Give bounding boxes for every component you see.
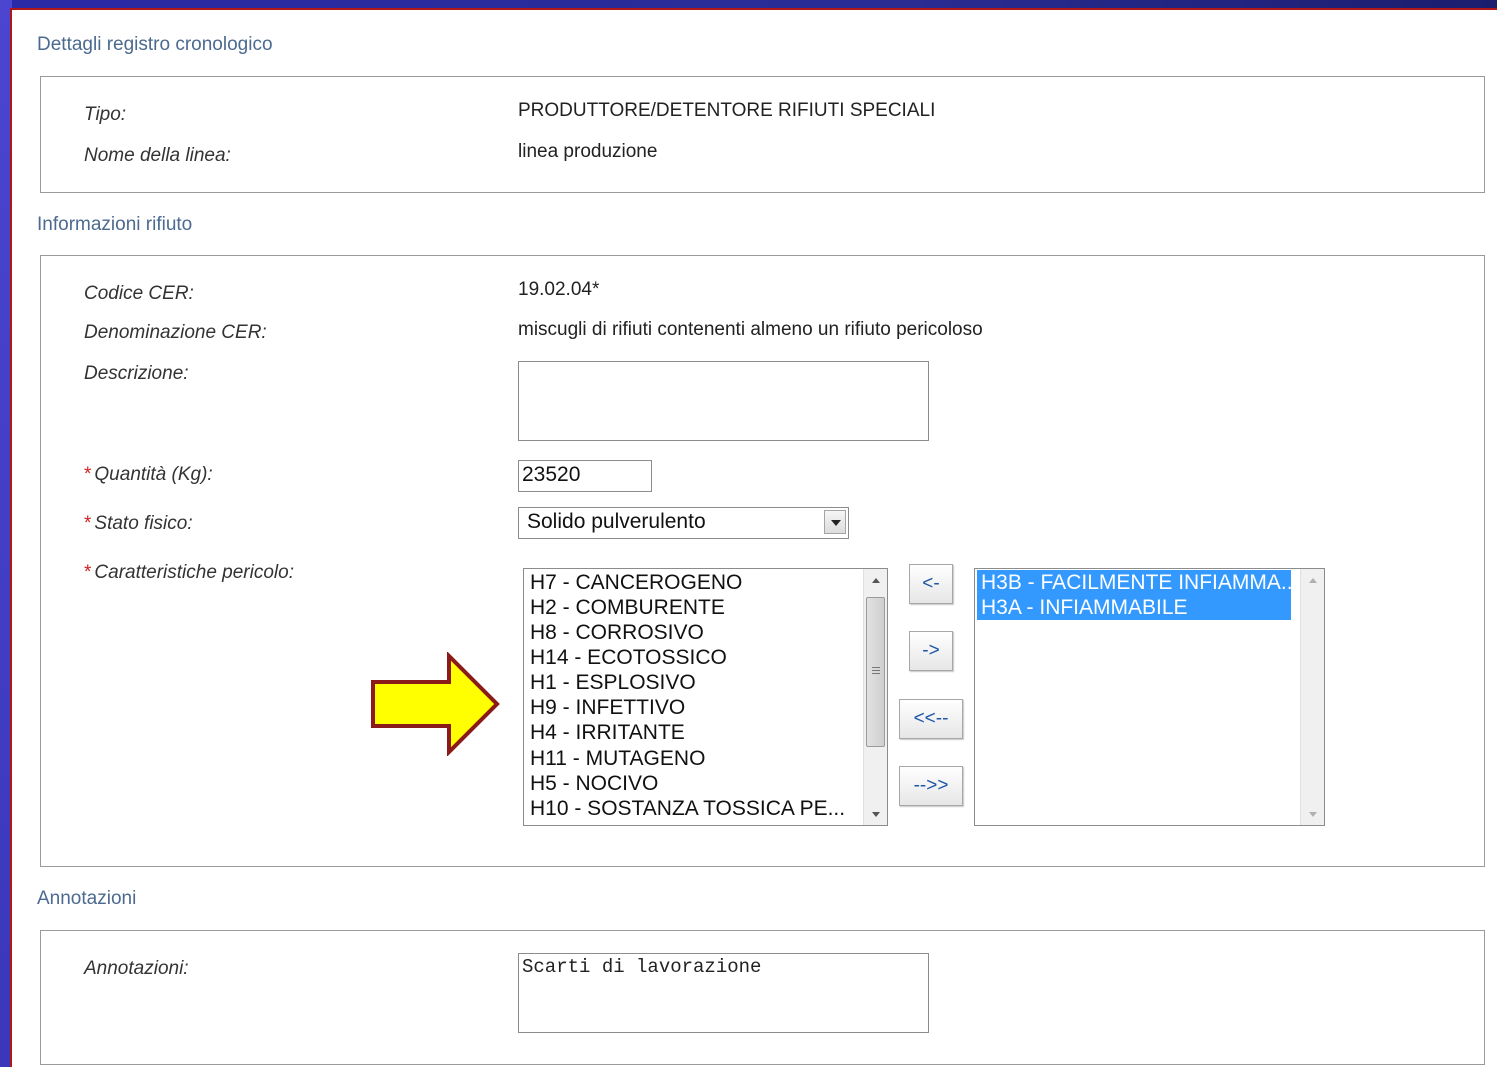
list-item[interactable]: H2 - COMBURENTE [530, 595, 725, 620]
stato-fisico-label: * Stato fisico: [84, 513, 193, 535]
section-title-rifiuto: Informazioni rifiuto [37, 214, 193, 235]
form-page: Dettagli registro cronologico Tipo: PROD… [10, 8, 1497, 1067]
annotazioni-panel: Annotazioni: Scarti di lavorazione [40, 930, 1485, 1065]
dettagli-panel: Tipo: PRODUTTORE/DETENTORE RIFIUTI SPECI… [40, 76, 1485, 193]
move-left-button[interactable]: <- [909, 564, 953, 604]
list-item[interactable]: H5 - NOCIVO [530, 771, 658, 796]
chevron-down-icon[interactable] [824, 510, 846, 534]
annotazioni-label: Annotazioni: [84, 958, 189, 979]
tipo-label: Tipo: [84, 104, 127, 125]
right-arrow-icon [371, 652, 500, 756]
nome-linea-label: Nome della linea: [84, 145, 231, 166]
tipo-value: PRODUTTORE/DETENTORE RIFIUTI SPECIALI [518, 100, 936, 121]
scroll-down-icon[interactable] [1301, 803, 1324, 825]
caratteristiche-label: * Caratteristiche pericolo: [84, 562, 294, 584]
selected-list-item[interactable]: H3B - FACILMENTE INFIAMMA... [977, 570, 1291, 595]
stato-fisico-label-text: Stato fisico: [94, 513, 193, 534]
selected-hazards-listbox[interactable]: H3B - FACILMENTE INFIAMMA... H3A - INFIA… [974, 568, 1325, 826]
scrollbar-thumb[interactable] [866, 597, 885, 747]
list-item[interactable]: H7 - CANCEROGENO [530, 570, 742, 595]
descrizione-textarea[interactable] [518, 361, 929, 441]
list-item[interactable]: H14 - ECOTOSSICO [530, 645, 727, 670]
codice-cer-label: Codice CER: [84, 283, 194, 304]
scroll-down-icon[interactable] [864, 803, 887, 825]
descrizione-label: Descrizione: [84, 363, 189, 384]
stato-fisico-selected-value: Solido pulverulento [527, 510, 706, 533]
caratteristiche-label-text: Caratteristiche pericolo: [94, 562, 294, 583]
scroll-up-icon[interactable] [864, 569, 887, 591]
move-all-left-button[interactable]: <<-- [899, 699, 963, 739]
nome-linea-value: linea produzione [518, 141, 658, 162]
required-marker: * [84, 464, 92, 485]
quantita-label-text: Quantità (Kg): [94, 464, 213, 485]
section-title-dettagli: Dettagli registro cronologico [37, 34, 273, 55]
quantita-label: * Quantità (Kg): [84, 464, 213, 486]
move-all-right-button[interactable]: -->> [899, 766, 963, 806]
selected-list-item[interactable]: H3A - INFIAMMABILE [977, 595, 1291, 620]
list-item[interactable]: H9 - INFETTIVO [530, 695, 685, 720]
scroll-up-icon[interactable] [1301, 569, 1324, 591]
list-item[interactable]: H11 - MUTAGENO [530, 746, 705, 771]
section-title-annotazioni: Annotazioni [37, 888, 137, 909]
available-hazards-listbox[interactable]: H7 - CANCEROGENO H2 - COMBURENTE H8 - CO… [523, 568, 888, 826]
codice-cer-value: 19.02.04* [518, 279, 600, 300]
selected-scrollbar[interactable] [1300, 569, 1324, 825]
required-marker: * [84, 513, 92, 534]
list-item[interactable]: H8 - CORROSIVO [530, 620, 704, 645]
quantita-input[interactable]: 23520 [518, 460, 652, 492]
required-marker: * [84, 562, 92, 583]
denominazione-cer-value: miscugli di rifiuti contenenti almeno un… [518, 319, 983, 340]
available-scrollbar[interactable] [863, 569, 887, 825]
denominazione-cer-label: Denominazione CER: [84, 322, 267, 343]
list-item[interactable]: H4 - IRRITANTE [530, 720, 685, 745]
stato-fisico-select[interactable]: Solido pulverulento [518, 507, 849, 539]
rifiuto-panel: Codice CER: 19.02.04* Denominazione CER:… [40, 255, 1485, 867]
annotazioni-textarea[interactable]: Scarti di lavorazione [518, 953, 929, 1033]
list-item[interactable]: H1 - ESPLOSIVO [530, 670, 696, 695]
list-item[interactable]: H10 - SOSTANZA TOSSICA PE... [530, 796, 845, 821]
move-right-button[interactable]: -> [909, 631, 953, 671]
